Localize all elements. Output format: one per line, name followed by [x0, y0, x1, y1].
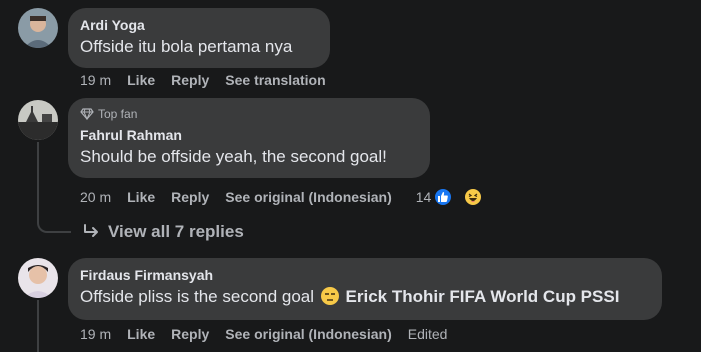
view-replies-button[interactable]: View all 7 replies	[82, 222, 244, 242]
like-button[interactable]: Like	[127, 326, 155, 342]
comment-text: Offside pliss is the second goal Erick T…	[80, 286, 650, 308]
like-button[interactable]: Like	[127, 72, 155, 88]
badge-label: Top fan	[98, 107, 138, 121]
reply-arrow-icon	[84, 224, 98, 237]
haha-reaction-icon	[463, 187, 484, 207]
diamond-icon	[80, 108, 94, 120]
see-translation-button[interactable]: See translation	[225, 72, 325, 88]
like-reaction-icon	[433, 187, 454, 207]
comment-actions: 19 m Like Reply See translation	[80, 72, 342, 88]
comment-text: Should be offside yeah, the second goal!	[80, 147, 387, 166]
comment-bubble: Ardi Yoga Offside itu bola pertama nya	[68, 8, 330, 68]
comment-author[interactable]: Ardi Yoga	[80, 16, 318, 34]
thread-elbow	[37, 205, 71, 233]
reply-button[interactable]: Reply	[171, 326, 209, 342]
thread-line	[37, 300, 39, 352]
comment-mention[interactable]: Erick Thohir FIFA World Cup PSSI	[346, 287, 620, 306]
comment-actions: 20 m Like Reply See original (Indonesian…	[80, 187, 499, 207]
see-original-button[interactable]: See original (Indonesian)	[225, 326, 391, 342]
comment-bubble: Top fan Fahrul Rahman Should be offside …	[68, 98, 430, 178]
avatar[interactable]	[18, 258, 58, 298]
comment-time[interactable]: 19 m	[80, 72, 111, 88]
view-replies-label: View all 7 replies	[108, 222, 244, 241]
avatar[interactable]	[18, 8, 58, 48]
comment-actions: 19 m Like Reply See original (Indonesian…	[80, 326, 463, 342]
edited-label: Edited	[407, 326, 448, 342]
comment-author[interactable]: Fahrul Rahman	[80, 126, 418, 144]
reaction-count: 14	[415, 189, 432, 205]
see-original-button[interactable]: See original (Indonesian)	[225, 189, 391, 205]
comment-author[interactable]: Firdaus Firmansyah	[80, 266, 650, 284]
comment-bubble: Firdaus Firmansyah Offside pliss is the …	[68, 258, 662, 320]
unamused-emoji-icon	[320, 287, 339, 305]
like-button[interactable]: Like	[127, 189, 155, 205]
comment-text: Offside itu bola pertama nya	[80, 37, 293, 56]
top-fan-badge: Top fan	[80, 106, 418, 122]
reply-button[interactable]: Reply	[171, 189, 209, 205]
reaction-summary[interactable]: 14	[416, 187, 500, 207]
comment-time[interactable]: 20 m	[80, 189, 111, 205]
comment-text-body: Offside pliss is the second goal	[80, 287, 315, 306]
avatar[interactable]	[18, 100, 58, 140]
reply-button[interactable]: Reply	[171, 72, 209, 88]
comment-time[interactable]: 19 m	[80, 326, 111, 342]
